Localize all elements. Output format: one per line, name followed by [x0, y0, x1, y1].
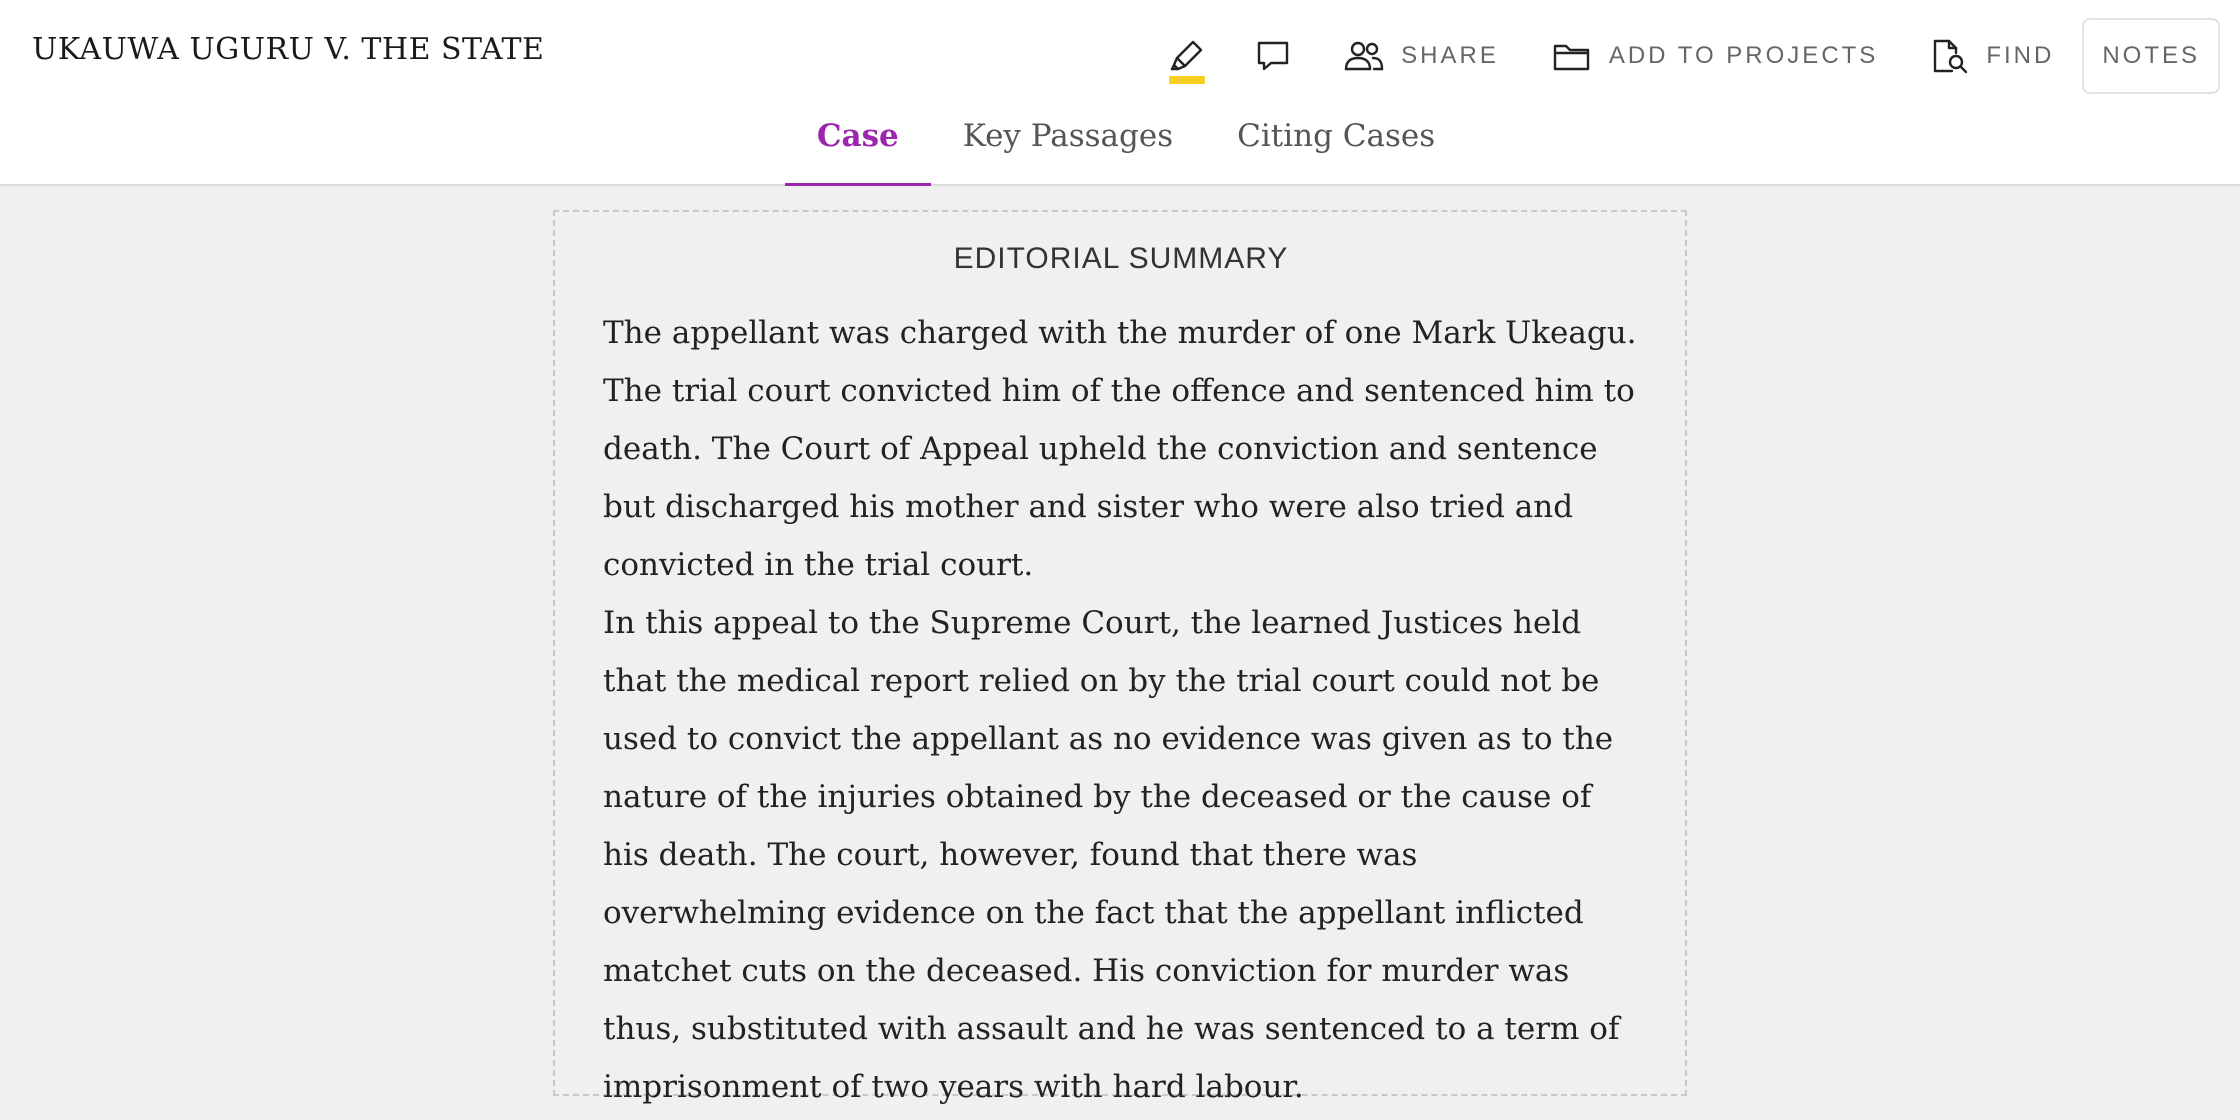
toolbar: SHARE ADD TO PROJECTS FIND NOTES: [1169, 18, 2220, 94]
add-to-projects-label: ADD TO PROJECTS: [1608, 42, 1879, 69]
find-label: FIND: [1986, 42, 2055, 69]
case-tabs: Case Key Passages Citing Cases: [0, 108, 2240, 186]
folder-icon: [1551, 38, 1593, 74]
tab-case[interactable]: Case: [784, 108, 931, 186]
summary-paragraph: In this appeal to the Supreme Court, the…: [603, 605, 1620, 1105]
notes-button[interactable]: NOTES: [2082, 18, 2220, 94]
highlighter-icon: [1169, 38, 1205, 74]
comment-button[interactable]: [1255, 38, 1291, 74]
find-in-document-icon: [1930, 37, 1970, 75]
tab-key-passages[interactable]: Key Passages: [931, 108, 1205, 186]
share-label: SHARE: [1401, 42, 1499, 69]
people-icon: [1343, 38, 1385, 74]
share-button[interactable]: SHARE: [1343, 38, 1499, 74]
editorial-summary-panel: EDITORIAL SUMMARY The appellant was char…: [553, 210, 1687, 1105]
case-title: UKAUWA UGURU V. THE STATE: [32, 32, 545, 67]
highlight-color-indicator: [1169, 76, 1206, 84]
summary-paragraph: The appellant was charged with the murde…: [603, 315, 1637, 583]
find-button[interactable]: FIND: [1930, 37, 2054, 75]
highlight-button[interactable]: [1169, 38, 1206, 84]
summary-heading: EDITORIAL SUMMARY: [953, 242, 1289, 275]
tab-citing-cases[interactable]: Citing Cases: [1205, 108, 1467, 186]
add-to-projects-button[interactable]: ADD TO PROJECTS: [1551, 38, 1878, 74]
comment-icon: [1255, 38, 1291, 74]
header: UKAUWA UGURU V. THE STATE SHARE ADD TO P…: [0, 0, 2240, 186]
